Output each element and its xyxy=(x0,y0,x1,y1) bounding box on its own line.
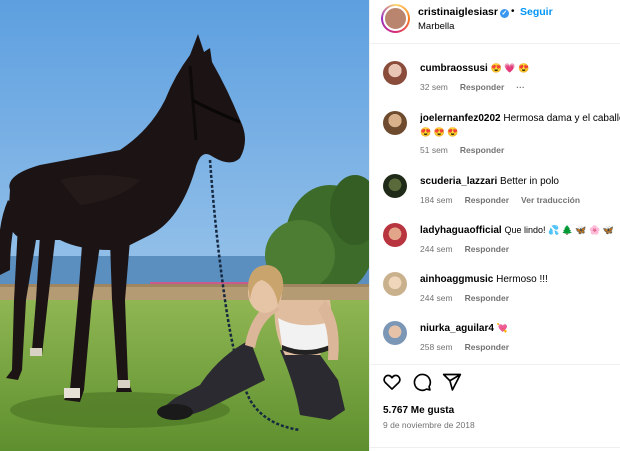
comment-text: joelernanfez0202 Hermosa dama y el cabal… xyxy=(420,113,620,124)
commenter-avatar[interactable] xyxy=(383,272,407,296)
post-header: cristinaiglesiasr ✓ • Seguir Marbella xyxy=(370,0,620,44)
comment-text: cumbraossusi 😍 💗 😍 xyxy=(420,63,530,74)
commenter-username[interactable]: niurka_aguilar4 xyxy=(420,323,494,334)
commenter-avatar[interactable] xyxy=(383,223,407,247)
send-icon[interactable] xyxy=(442,372,462,392)
reply-button[interactable]: Responder xyxy=(460,145,504,155)
commenter-username[interactable]: cumbraossusi xyxy=(420,63,488,74)
comment-time[interactable]: 258 sem xyxy=(420,342,453,352)
commenter-username[interactable]: joelernanfez0202 xyxy=(420,113,501,124)
comment-time[interactable]: 184 sem xyxy=(420,195,453,205)
commenter-avatar[interactable] xyxy=(383,61,407,85)
reply-button[interactable]: Responder xyxy=(460,82,504,92)
comment-icon[interactable] xyxy=(412,372,432,392)
post-image[interactable] xyxy=(0,0,369,451)
commenter-avatar[interactable] xyxy=(383,174,407,198)
post-side-panel: cristinaiglesiasr ✓ • Seguir Marbella cum… xyxy=(369,0,620,451)
comment-time[interactable]: 32 sem xyxy=(420,82,448,92)
comment-text: niurka_aguilar4 💘 xyxy=(420,323,508,334)
commenter-avatar[interactable] xyxy=(383,321,407,345)
comment-meta: 32 sem Responder ··· xyxy=(420,82,537,92)
comment-time[interactable]: 51 sem xyxy=(420,145,448,155)
comment-time[interactable]: 244 sem xyxy=(420,244,453,254)
commenter-avatar[interactable] xyxy=(383,111,407,135)
post-photo-horse-woman xyxy=(0,0,369,451)
comment-meta: 258 sem Responder xyxy=(420,342,521,352)
reply-button[interactable]: Responder xyxy=(465,342,509,352)
post-date[interactable]: 9 de noviembre de 2018 xyxy=(383,420,475,430)
post-location[interactable]: Marbella xyxy=(418,21,454,32)
comment-text: scuderia_lazzari Better in polo xyxy=(420,176,559,187)
comment-meta: 244 sem Responder xyxy=(420,244,521,254)
comment-text: ladyhaguaofficial Que lindo! 💦 🌲 🦋 🌸 🦋 xyxy=(420,225,615,236)
commenter-username[interactable]: scuderia_lazzari xyxy=(420,176,497,187)
comment-meta: 184 sem Responder Ver traducción xyxy=(420,195,592,205)
separator-dot: • xyxy=(511,6,515,17)
comment-time[interactable]: 244 sem xyxy=(420,293,453,303)
reply-button[interactable]: Responder xyxy=(465,293,509,303)
comment-meta: 51 sem Responder xyxy=(420,145,516,155)
divider xyxy=(370,447,620,448)
commenter-username[interactable]: ladyhaguaofficial xyxy=(420,225,502,236)
comment-text: ainhoaggmusic Hermoso !!! xyxy=(420,274,548,285)
comment-meta: 244 sem Responder xyxy=(420,293,521,303)
heart-icon[interactable] xyxy=(382,372,402,392)
follow-button[interactable]: Seguir xyxy=(520,6,553,18)
like-count[interactable]: 5.767 Me gusta xyxy=(383,405,454,416)
post-actions: 5.767 Me gusta 9 de noviembre de 2018 xyxy=(370,364,620,451)
more-options-icon[interactable]: ··· xyxy=(516,82,525,92)
translate-button[interactable]: Ver traducción xyxy=(521,195,580,205)
author-avatar[interactable] xyxy=(381,4,410,33)
author-username[interactable]: cristinaiglesiasr ✓ xyxy=(418,6,509,18)
commenter-username[interactable]: ainhoaggmusic xyxy=(420,274,493,285)
verified-badge-icon: ✓ xyxy=(499,9,509,18)
comment-text-continued: 😍 😍 😍 xyxy=(420,127,459,137)
reply-button[interactable]: Responder xyxy=(465,244,509,254)
reply-button[interactable]: Responder xyxy=(465,195,509,205)
